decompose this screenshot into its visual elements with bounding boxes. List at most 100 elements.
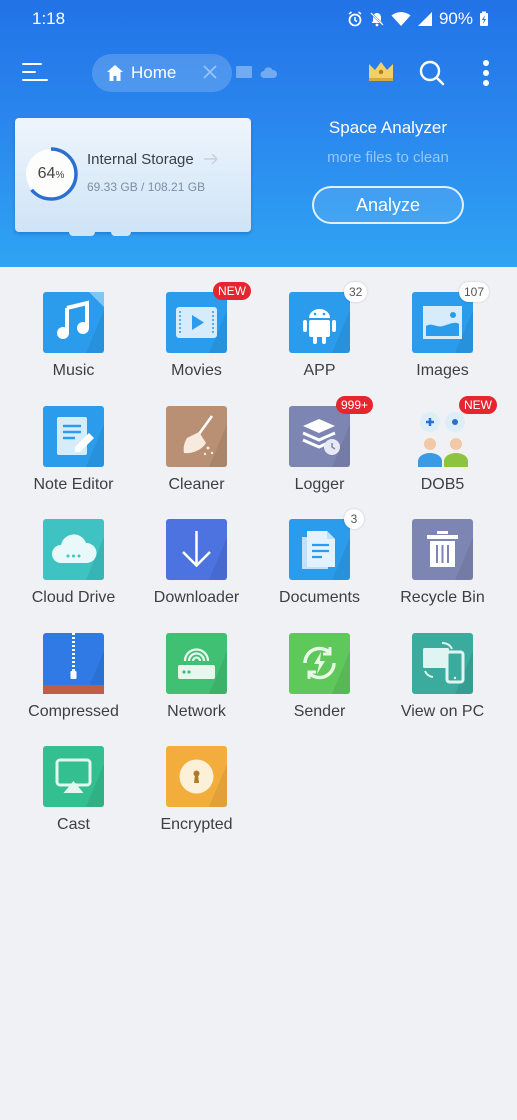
menu-icon-line: [22, 79, 48, 81]
notifications-off-icon: [370, 12, 384, 27]
toolbar: Home: [0, 50, 517, 96]
grid-item-label: View on PC: [400, 702, 485, 720]
count-badge: 107: [459, 282, 490, 302]
internal-storage-card[interactable]: 64% Internal Storage 69.33 GB / 108.21 G…: [15, 118, 251, 236]
grid-item-label: Encrypted: [160, 816, 233, 833]
storage-percent: 64%: [23, 146, 79, 202]
grid-tile: [289, 405, 350, 467]
status-bar: 1:18 90%: [0, 0, 517, 40]
close-icon[interactable]: [202, 64, 218, 80]
cloud-icon: [52, 534, 104, 580]
grid-item-images[interactable]: 107 Images: [381, 282, 504, 390]
storage-percent-value: 64: [37, 165, 56, 182]
grid-item-sender[interactable]: Sender: [258, 631, 381, 731]
grid-item-label: Logger: [294, 475, 345, 493]
view-on-pc-icon: [423, 641, 473, 694]
dot: [483, 60, 489, 66]
grid-tile: [166, 519, 227, 580]
storage-title: Internal Storage: [87, 151, 194, 168]
crown-icon[interactable]: [368, 60, 394, 82]
image-icon: [423, 306, 473, 353]
grid-item-cloud-drive[interactable]: Cloud Drive: [12, 517, 135, 617]
space-analyzer-title: Space Analyzer: [328, 118, 448, 137]
cast-icon: [55, 758, 104, 807]
grid-item-label: Music: [52, 362, 95, 379]
battery-percent: 90%: [438, 9, 473, 28]
more-vert-icon[interactable]: [480, 59, 492, 87]
grid-item-note-editor[interactable]: Note Editor: [12, 404, 135, 504]
grid-item-label: DOB5: [420, 475, 465, 493]
count-badge: 999+: [336, 395, 374, 414]
grid-item-network[interactable]: Network: [135, 631, 258, 731]
grid-item-label: APP: [303, 362, 336, 379]
grid-tile: [289, 292, 350, 353]
grid-tile: [166, 632, 227, 694]
grid-item-app[interactable]: 32 APP: [258, 282, 381, 390]
count-badge: NEW: [213, 282, 251, 300]
grid-item-movies[interactable]: NEW Movies: [135, 282, 258, 390]
wifi-icon: [391, 12, 411, 26]
arrow-right-icon: [204, 153, 218, 165]
storage-usage-text: 69.33 GB / 108.21 GB: [87, 180, 206, 194]
grid-tile: [412, 406, 473, 467]
grid-item-label: Images: [416, 362, 469, 379]
home-icon: [107, 65, 123, 81]
tab-home[interactable]: Home: [92, 54, 232, 92]
router-icon: [178, 647, 227, 694]
menu-icon-line: [22, 71, 36, 73]
storage-percent-sign: %: [55, 170, 65, 181]
trash-icon: [427, 531, 473, 580]
grid-tile: [166, 405, 227, 467]
grid-item-dob5[interactable]: NEW DOB5: [381, 395, 504, 504]
grid-item-view-on-pc[interactable]: View on PC: [381, 631, 504, 731]
grid-tile: [43, 632, 104, 694]
cloud-icon[interactable]: [260, 67, 277, 78]
zip-icon: [43, 632, 104, 694]
count-badge: NEW: [459, 395, 497, 414]
card-notch: [111, 231, 131, 236]
battery-charging-icon: [480, 11, 488, 26]
dot: [483, 80, 489, 86]
grid-tile: [412, 519, 473, 580]
analyze-button[interactable]: Analyze: [312, 186, 464, 224]
music-icon: [57, 292, 104, 353]
grid-item-label: Documents: [279, 589, 360, 606]
header: 1:18 90% Home 64 % Internal Storage 69.3…: [0, 0, 517, 267]
note-edit-icon: [57, 416, 104, 467]
grid-item-cast[interactable]: Cast: [12, 744, 135, 844]
search-icon[interactable]: [418, 59, 446, 87]
grid-tile: [166, 292, 227, 353]
space-analyzer-subtitle: more files to clean: [327, 149, 449, 166]
grid-item-label: Sender: [293, 702, 346, 720]
count-badge: 3: [344, 509, 364, 529]
grid-item-label: Downloader: [153, 589, 240, 606]
logger-icon: [302, 418, 350, 467]
grid-tile: [43, 746, 104, 807]
grid-item-documents[interactable]: 3 Documents: [258, 509, 381, 617]
grid-item-downloader[interactable]: Downloader: [135, 517, 258, 617]
grid-icon[interactable]: [236, 66, 252, 78]
tab-label: Home: [131, 63, 177, 82]
grid-item-music[interactable]: Music: [12, 290, 135, 390]
grid-tile: [166, 746, 227, 807]
download-icon: [182, 531, 227, 580]
grid-item-compressed[interactable]: Compressed: [12, 631, 135, 731]
grid-item-label: Cleaner: [168, 475, 225, 493]
count-badge: 32: [344, 282, 368, 302]
grid-item-logger[interactable]: 999+ Logger: [258, 395, 381, 504]
grid-item-encrypted[interactable]: Encrypted: [135, 744, 258, 844]
game-people-icon: [418, 411, 468, 467]
grid-tile: [43, 519, 104, 580]
grid-item-label: Cast: [57, 816, 90, 833]
status-time: 1:18: [32, 9, 66, 28]
grid-item-label: Note Editor: [33, 475, 114, 493]
menu-button[interactable]: [20, 60, 50, 86]
sender-icon: [303, 646, 350, 694]
movie-icon: [176, 307, 227, 353]
grid-item-recycle-bin[interactable]: Recycle Bin: [381, 517, 504, 617]
status-icons: 90%: [347, 9, 489, 29]
signal-icon: [417, 12, 432, 26]
grid-item-label: Recycle Bin: [400, 589, 485, 606]
grid-item-cleaner[interactable]: Cleaner: [135, 404, 258, 504]
grid-tile: [412, 292, 473, 353]
